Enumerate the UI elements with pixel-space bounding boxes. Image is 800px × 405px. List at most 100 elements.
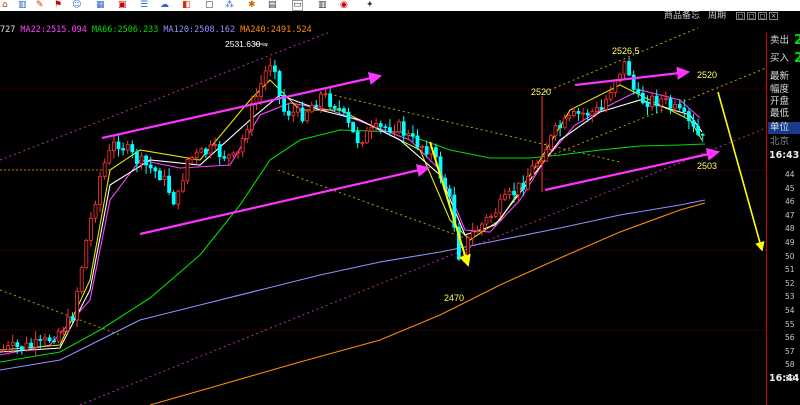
candle-body bbox=[268, 65, 273, 72]
candle-body bbox=[245, 129, 250, 139]
candle-body bbox=[89, 217, 93, 241]
candle-body bbox=[677, 104, 682, 109]
trend-channels bbox=[0, 27, 766, 405]
channel-line bbox=[319, 91, 621, 163]
candle-body bbox=[351, 122, 356, 133]
label-2520-left: 2520 bbox=[531, 87, 551, 97]
tick-label: 50 bbox=[785, 251, 795, 261]
candle-body bbox=[585, 112, 590, 116]
tab-period[interactable]: 周期 bbox=[708, 11, 726, 22]
star-icon[interactable]: ✱ bbox=[248, 0, 256, 11]
window-icon[interactable]: ▭ bbox=[292, 0, 303, 11]
candle-body bbox=[636, 88, 641, 94]
home-icon[interactable]: ⌂ bbox=[2, 0, 8, 11]
sub-toolbar: 商品备忘 周期 ◻ ◻ ◻ × bbox=[0, 11, 800, 22]
candle-body bbox=[47, 337, 52, 342]
unit-label[interactable]: 单位 bbox=[768, 122, 800, 134]
layout-button-3[interactable]: ◻ bbox=[758, 12, 767, 20]
candle-body bbox=[217, 144, 222, 158]
calendar-icon[interactable]: ▣ bbox=[118, 0, 127, 11]
candle-body bbox=[410, 133, 415, 137]
candle-body bbox=[700, 133, 705, 136]
grid-icon[interactable]: ▦ bbox=[96, 0, 105, 11]
person-icon[interactable]: ☺ bbox=[72, 0, 81, 11]
candle-body bbox=[121, 148, 125, 151]
candle-body bbox=[277, 71, 282, 96]
candle-body bbox=[553, 125, 558, 137]
time-1644: 16:44 bbox=[769, 373, 800, 384]
candle-body bbox=[341, 108, 346, 113]
low-label: 最低 bbox=[770, 108, 790, 119]
candle-body bbox=[535, 163, 539, 167]
buy-value: 2 bbox=[794, 51, 800, 66]
candle-body bbox=[595, 107, 599, 112]
pin-icon[interactable]: ✎ bbox=[36, 0, 44, 11]
candle-body bbox=[314, 104, 319, 108]
buy-label: 买入 bbox=[770, 53, 790, 64]
candle-body bbox=[498, 198, 503, 214]
doc-icon[interactable]: ▤ bbox=[268, 0, 277, 11]
tick-label: 52 bbox=[785, 278, 795, 288]
candle-body bbox=[562, 117, 567, 129]
candle-body bbox=[549, 135, 553, 150]
layout-button-1[interactable]: ◻ bbox=[736, 12, 745, 20]
candlesticks bbox=[1, 57, 705, 356]
ma120-line bbox=[0, 199, 706, 371]
yellow-arrow bbox=[717, 91, 765, 252]
dots-icon[interactable]: ⁂ bbox=[225, 0, 234, 11]
candle-body bbox=[691, 120, 696, 127]
candle-body bbox=[125, 144, 130, 151]
candle-body bbox=[424, 146, 429, 155]
square-icon[interactable]: ▢ bbox=[205, 0, 214, 11]
candle-body bbox=[323, 93, 328, 96]
candle-body bbox=[300, 107, 305, 122]
target-icon[interactable]: ◉ bbox=[340, 0, 348, 11]
candle-body bbox=[383, 126, 388, 129]
candle-body bbox=[56, 330, 61, 342]
candle-body bbox=[374, 123, 379, 128]
candle-body bbox=[581, 112, 585, 115]
candle-body bbox=[420, 146, 425, 148]
cloud-icon[interactable]: ☁ bbox=[160, 0, 169, 11]
candle-body bbox=[654, 95, 659, 107]
candle-body bbox=[61, 330, 66, 333]
box-icon[interactable]: ◧ bbox=[182, 0, 191, 11]
candle-body bbox=[231, 152, 236, 156]
tool-icon[interactable]: ✦ bbox=[366, 0, 374, 11]
time-1643: 16:43 bbox=[769, 150, 800, 161]
candle-body bbox=[318, 93, 323, 108]
candle-body bbox=[29, 342, 34, 348]
candle-body bbox=[93, 203, 98, 219]
layout-button-2[interactable]: ◻ bbox=[747, 12, 756, 20]
candle-body bbox=[75, 291, 79, 321]
candlestick-chart[interactable]: 2531.630→ 2526.5 2520 2520 2470 2503 bbox=[0, 22, 766, 405]
city-label: 北京 bbox=[770, 136, 790, 147]
list-icon[interactable]: ☰ bbox=[140, 0, 148, 11]
candle-body bbox=[222, 156, 227, 159]
candle-body bbox=[572, 111, 576, 116]
candle-body bbox=[627, 61, 631, 76]
candle-body bbox=[52, 340, 56, 343]
tab-product-memo[interactable]: 商品备忘 bbox=[664, 11, 700, 22]
label-high-2531: 2531.630→ bbox=[225, 39, 269, 49]
candle-body bbox=[24, 342, 29, 351]
candle-body bbox=[171, 192, 176, 205]
candle-body bbox=[291, 111, 296, 116]
candle-body bbox=[346, 111, 351, 123]
tick-label: 51 bbox=[785, 265, 795, 275]
chart-icon[interactable]: ▥ bbox=[18, 0, 27, 11]
candle-body bbox=[364, 130, 369, 144]
candle-body bbox=[475, 230, 480, 233]
candle-body bbox=[249, 103, 254, 131]
close-button[interactable]: × bbox=[769, 12, 778, 20]
candle-body bbox=[687, 111, 691, 122]
text-icon[interactable]: ▥ bbox=[318, 0, 327, 11]
candle-body bbox=[406, 133, 411, 136]
label-high-2526: 2526.5 bbox=[612, 46, 640, 56]
flag-icon[interactable]: ⚑ bbox=[54, 0, 62, 11]
candle-body bbox=[401, 121, 406, 136]
candle-body bbox=[203, 148, 208, 155]
candle-body bbox=[6, 345, 10, 351]
open-label: 开盘 bbox=[770, 96, 790, 107]
candle-body bbox=[360, 142, 365, 145]
